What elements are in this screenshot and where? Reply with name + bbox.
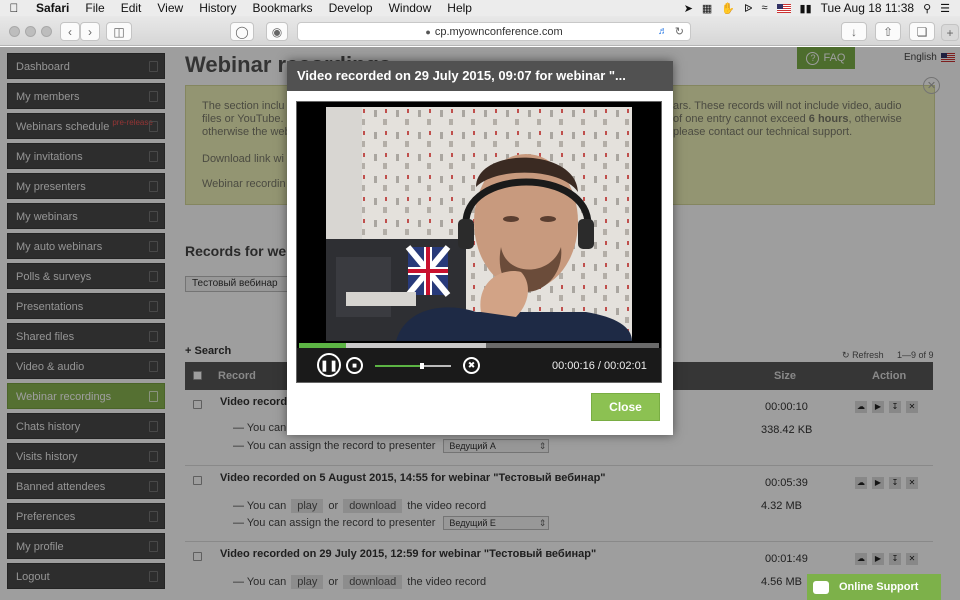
video-modal: Video recorded on 29 July 2015, 09:07 fo…: [287, 61, 673, 435]
window-close-light[interactable]: [9, 26, 20, 37]
share-icon[interactable]: ⇧: [875, 22, 901, 41]
menu-edit[interactable]: Edit: [113, 1, 150, 15]
menu-file[interactable]: File: [77, 1, 112, 15]
telegram-icon[interactable]: ➤: [684, 2, 693, 15]
audio-playing-icon[interactable]: ♬: [658, 26, 668, 37]
pause-icon[interactable]: ❚❚: [317, 353, 341, 377]
close-button[interactable]: Close: [591, 393, 660, 421]
spotlight-search-icon[interactable]: ⚲: [923, 2, 931, 15]
volume-slider[interactable]: [375, 363, 451, 369]
menu-help[interactable]: Help: [439, 1, 480, 15]
menu-bookmarks[interactable]: Bookmarks: [245, 1, 321, 15]
apple-icon[interactable]: : [0, 1, 28, 15]
window-minimize-light[interactable]: [25, 26, 36, 37]
address-bar[interactable]: ● cp.myownconference.com ♬ ↻: [297, 22, 691, 41]
reload-icon[interactable]: ↻: [675, 25, 684, 38]
new-tab-icon[interactable]: +: [941, 24, 959, 41]
battery-icon[interactable]: ▮▮: [800, 2, 812, 15]
back-arrow-icon[interactable]: ‹: [60, 22, 80, 41]
wifi-icon[interactable]: ≈: [761, 2, 767, 14]
volume-knob[interactable]: [420, 363, 425, 369]
bluetooth-icon[interactable]: ᐉ: [744, 2, 752, 15]
forward-arrow-icon[interactable]: ›: [80, 22, 100, 41]
dropbox-icon[interactable]: ▦: [702, 2, 712, 15]
sidebar-toggle-icon[interactable]: ◫: [106, 22, 132, 41]
online-support-label: Online Support: [839, 581, 919, 593]
browser-toolbar: ‹ › ◫ ◯ ◉ ● cp.myownconference.com ♬ ↻ ↓…: [0, 16, 960, 46]
menu-view[interactable]: View: [149, 1, 191, 15]
ghostery-icon[interactable]: ◯: [230, 22, 254, 41]
video-frame[interactable]: [326, 107, 632, 341]
video-player: ❚❚ ■ ✖ 00:00:16 / 00:02:01: [296, 101, 662, 383]
menubar-status-area: ➤ ▦ ✋ ᐉ ≈ ▮▮ Tue Aug 18 11:38 ⚲ ☰: [684, 1, 960, 15]
tabs-overview-icon[interactable]: ❏: [909, 22, 935, 41]
input-flag-icon[interactable]: [776, 3, 791, 13]
playback-time: 00:00:16 / 00:02:01: [552, 360, 647, 372]
online-support-button[interactable]: Online Support: [807, 574, 941, 600]
mac-menubar:  Safari File Edit View History Bookmark…: [0, 0, 960, 16]
player-controls: ❚❚ ■ ✖ 00:00:16 / 00:02:01: [297, 348, 661, 382]
adblock-icon[interactable]: ◉: [266, 22, 288, 41]
address-url: cp.myownconference.com: [434, 25, 563, 38]
downloads-icon[interactable]: ↓: [841, 22, 867, 41]
fullscreen-exit-icon[interactable]: ✖: [463, 357, 480, 374]
menu-app[interactable]: Safari: [28, 1, 77, 15]
video-still-image: [326, 107, 632, 341]
notification-center-icon[interactable]: ☰: [940, 2, 950, 15]
stop-icon[interactable]: ■: [346, 357, 363, 374]
menu-window[interactable]: Window: [381, 1, 440, 15]
menu-develop[interactable]: Develop: [321, 1, 381, 15]
chat-bubble-icon: [813, 580, 829, 594]
window-zoom-light[interactable]: [41, 26, 52, 37]
menubar-clock[interactable]: Tue Aug 18 11:38: [821, 1, 914, 15]
hand-icon[interactable]: ✋: [721, 2, 735, 15]
modal-title: Video recorded on 29 July 2015, 09:07 fo…: [287, 61, 673, 91]
volume-level: [375, 365, 423, 367]
lock-icon: ●: [425, 26, 431, 37]
web-page: Dashboard My members Webinars schedule pr…: [0, 47, 960, 600]
menu-history[interactable]: History: [191, 1, 244, 15]
